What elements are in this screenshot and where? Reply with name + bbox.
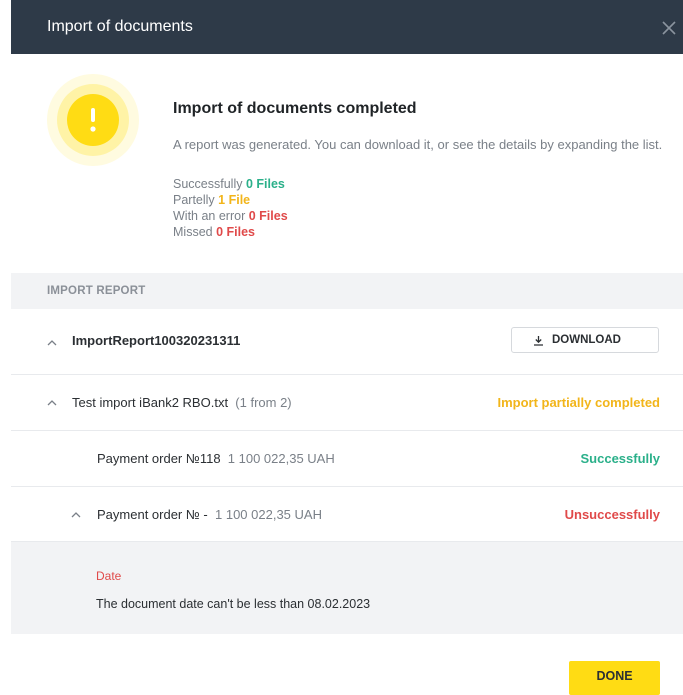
order-amount: 1 100 022,35 UAH bbox=[215, 507, 322, 522]
chevron-up-icon[interactable] bbox=[47, 340, 57, 346]
summary-stats: Successfully 0 Files Partelly 1 File Wit… bbox=[173, 176, 288, 240]
download-label: DOWNLOAD bbox=[552, 334, 621, 346]
stat-partially: Partelly 1 File bbox=[173, 193, 251, 207]
close-icon[interactable] bbox=[661, 20, 677, 36]
stat-with-error: With an error 0 Files bbox=[173, 209, 288, 223]
chevron-up-icon[interactable] bbox=[47, 400, 57, 406]
download-button[interactable]: DOWNLOAD bbox=[511, 327, 659, 353]
order-status: Successfully bbox=[580, 451, 661, 466]
file-status: Import partially completed bbox=[497, 395, 660, 410]
summary-subtitle: A report was generated. You can download… bbox=[173, 137, 663, 152]
import-report-label: IMPORT REPORT bbox=[47, 285, 146, 297]
order-status: Unsuccessfully bbox=[564, 507, 660, 522]
warning-icon bbox=[47, 74, 139, 166]
file-row[interactable]: Test import iBank2 RBO.txt (1 from 2) Im… bbox=[11, 375, 683, 431]
order-amount: 1 100 022,35 UAH bbox=[227, 451, 335, 466]
download-icon bbox=[534, 336, 543, 346]
chevron-up-icon[interactable] bbox=[71, 512, 81, 518]
import-report-header: IMPORT REPORT bbox=[11, 273, 683, 309]
dialog-header: Import of documents bbox=[11, 0, 683, 54]
file-count: (1 from 2) bbox=[235, 395, 292, 410]
error-details: Date The document date can't be less tha… bbox=[11, 542, 683, 634]
error-message: The document date can't be less than 08.… bbox=[96, 597, 371, 611]
error-field: Date bbox=[96, 569, 122, 583]
dialog-title: Import of documents bbox=[47, 18, 193, 35]
stat-missed: Missed 0 Files bbox=[173, 225, 255, 239]
summary-title: Import of documents completed bbox=[173, 100, 417, 117]
stat-successfully: Successfully 0 Files bbox=[173, 177, 285, 191]
order-label: Payment order №118 1 100 022,35 UAH bbox=[97, 451, 335, 466]
file-name: Test import iBank2 RBO.txt (1 from 2) bbox=[72, 395, 292, 410]
done-button[interactable]: DONE bbox=[569, 661, 660, 695]
report-name: ImportReport100320231311 bbox=[72, 333, 241, 348]
order-row[interactable]: Payment order № - 1 100 022,35 UAH Unsuc… bbox=[11, 487, 683, 542]
order-label: Payment order № - 1 100 022,35 UAH bbox=[97, 507, 322, 522]
order-row: Payment order №118 1 100 022,35 UAH Succ… bbox=[11, 431, 683, 487]
